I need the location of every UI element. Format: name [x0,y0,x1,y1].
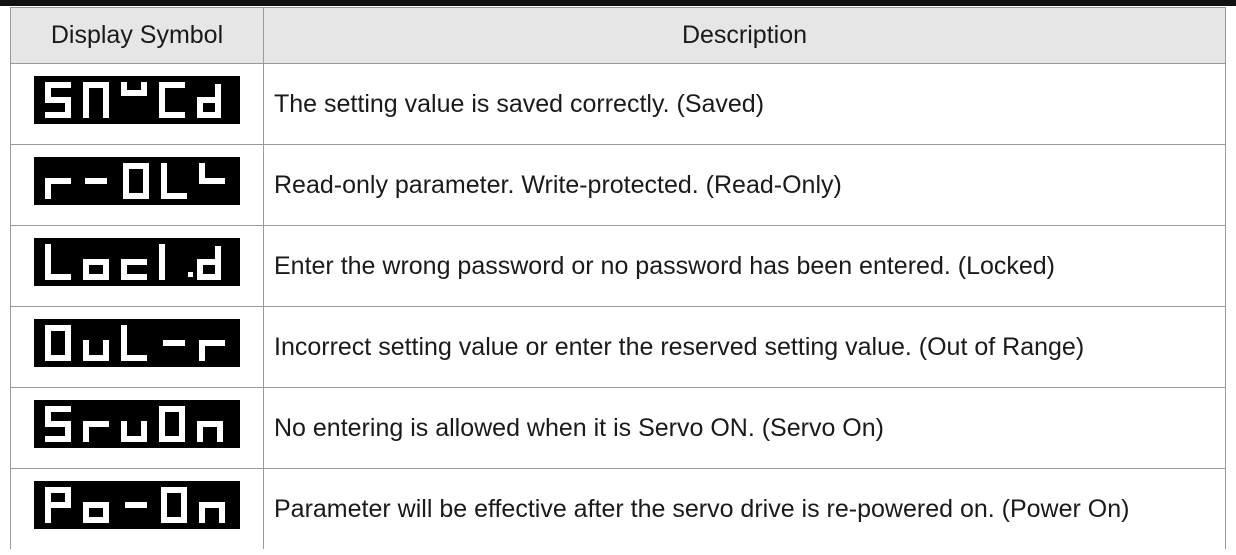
seven-segment-display [34,481,240,529]
seven-segment-icon [45,487,225,523]
table-header-row: Display Symbol Description [10,7,1226,64]
table-row: Read-only parameter. Write-protected. (R… [10,144,1226,226]
display-symbol-table: Display Symbol Description The setting v… [10,7,1226,549]
seven-segment-icon [45,244,221,280]
seven-segment-display [34,76,240,124]
table-row: Parameter will be effective after the se… [10,468,1226,549]
description-cell: Incorrect setting value or enter the res… [263,306,1226,388]
seven-segment-icon [45,406,223,442]
symbol-cell [10,387,264,469]
table-row: Incorrect setting value or enter the res… [10,306,1226,388]
symbol-cell [10,225,264,307]
top-rule [0,0,1236,6]
description-cell: Read-only parameter. Write-protected. (R… [263,144,1226,226]
seven-segment-icon [45,163,225,199]
seven-segment-icon [45,325,225,361]
table-row: No entering is allowed when it is Servo … [10,387,1226,469]
table-row: Enter the wrong password or no password … [10,225,1226,307]
seven-segment-display [34,319,240,367]
symbol-cell [10,306,264,388]
seven-segment-display [34,400,240,448]
symbol-cell [10,63,264,145]
seven-segment-display [34,238,240,286]
seven-segment-display [34,157,240,205]
description-cell: Enter the wrong password or no password … [263,225,1226,307]
header-display-symbol: Display Symbol [10,7,264,64]
symbol-cell [10,468,264,549]
header-description: Description [263,7,1226,64]
description-cell: Parameter will be effective after the se… [263,468,1226,549]
symbol-cell [10,144,264,226]
table-row: The setting value is saved correctly. (S… [10,63,1226,145]
description-cell: No entering is allowed when it is Servo … [263,387,1226,469]
description-cell: The setting value is saved correctly. (S… [263,63,1226,145]
seven-segment-icon [45,82,221,118]
